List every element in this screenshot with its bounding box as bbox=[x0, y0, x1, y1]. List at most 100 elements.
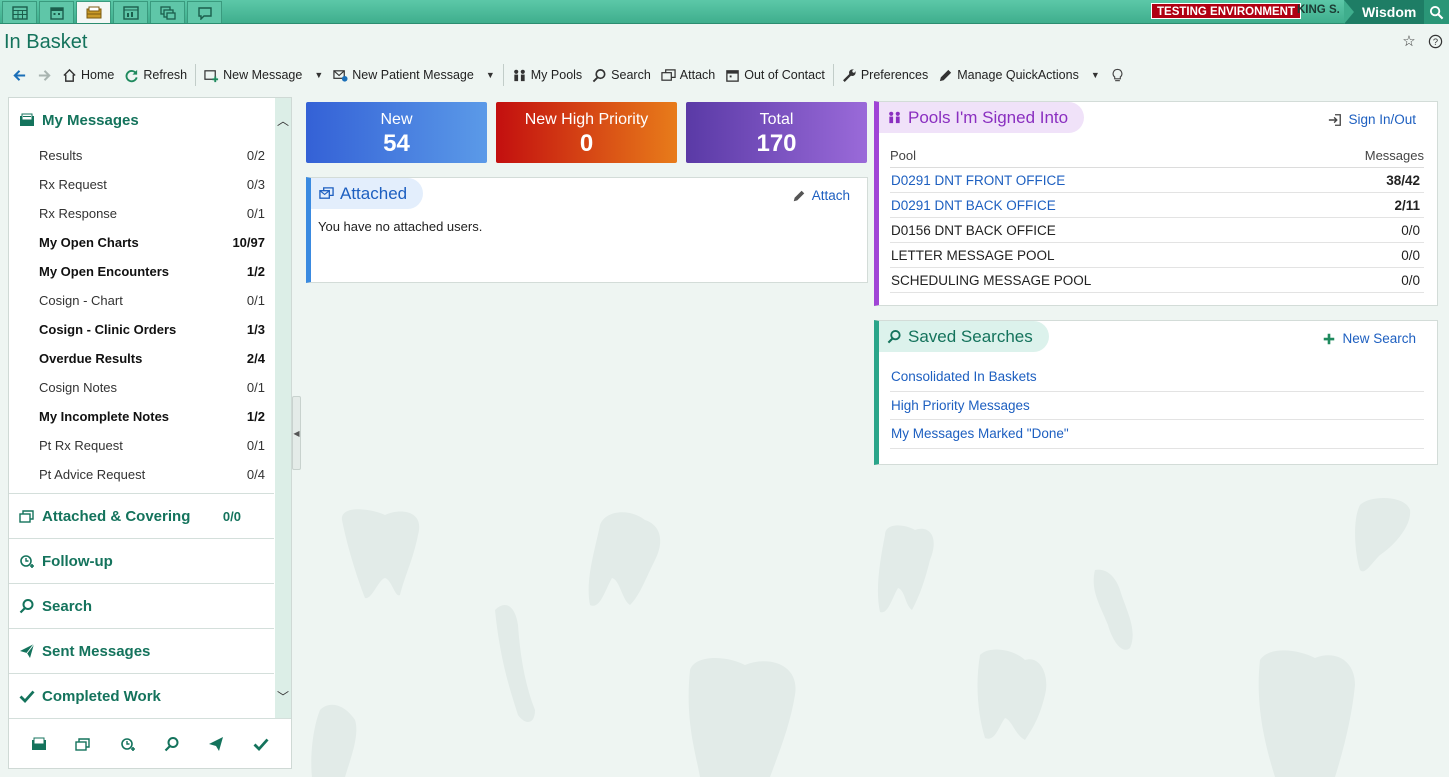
top-bar: TESTING ENVIRONMENT KING S. Wisdom bbox=[0, 0, 1449, 24]
attached-card-header: Attached bbox=[311, 178, 424, 209]
nav-message-folder[interactable]: My Open Charts 10/97 bbox=[39, 231, 265, 253]
my-pools-button[interactable]: My Pools bbox=[507, 64, 587, 86]
search-button[interactable]: Search bbox=[587, 64, 656, 86]
nav-folder-label: My Open Encounters bbox=[39, 263, 170, 279]
manage-quickactions-button[interactable]: Manage QuickActions ▼ bbox=[933, 64, 1105, 86]
chevron-down-icon[interactable]: ▼ bbox=[1091, 70, 1100, 80]
svg-text:?: ? bbox=[1432, 36, 1437, 46]
nav-search[interactable]: Search bbox=[9, 584, 274, 628]
nav-folder-count: 2/4 bbox=[246, 350, 265, 366]
search-icon[interactable] bbox=[164, 736, 180, 752]
chevron-down-icon[interactable]: ▼ bbox=[314, 70, 323, 80]
home-button[interactable]: Home bbox=[57, 64, 119, 86]
nav-message-folder[interactable]: Rx Response 0/1 bbox=[39, 202, 265, 224]
attached-card: Attached Attach You have no attached use… bbox=[306, 177, 868, 283]
high-priority-tile[interactable]: New High Priority 0 bbox=[496, 102, 677, 163]
tips-button[interactable] bbox=[1105, 64, 1130, 86]
pool-message-count: 0/0 bbox=[1401, 247, 1420, 263]
pools-table: Pool Messages D0291 DNT FRONT OFFICE 38/4… bbox=[890, 143, 1424, 293]
table-row[interactable]: SCHEDULING MESSAGE POOL 0/0 bbox=[890, 268, 1424, 293]
nav-folder-label: Pt Advice Request bbox=[39, 466, 146, 482]
nav-message-folder[interactable]: My Incomplete Notes 1/2 bbox=[39, 405, 265, 427]
nav-message-folder[interactable]: My Open Encounters 1/2 bbox=[39, 260, 265, 282]
user-name[interactable]: KING S. bbox=[1297, 4, 1340, 16]
table-row[interactable]: D0156 DNT BACK OFFICE 0/0 bbox=[890, 218, 1424, 243]
chevron-up-icon[interactable]: ︿ bbox=[275, 110, 291, 130]
collapse-nav-handle[interactable]: ◀ bbox=[292, 396, 301, 470]
preferences-button[interactable]: Preferences bbox=[837, 64, 933, 86]
new-patient-message-label: New Patient Message bbox=[352, 68, 474, 82]
saved-searches-list: Consolidated In Baskets High Priority Mes… bbox=[890, 363, 1424, 449]
pool-name[interactable]: D0291 DNT BACK OFFICE bbox=[891, 198, 1344, 213]
attach-link[interactable]: Attach bbox=[792, 188, 850, 203]
nav-scrollbar[interactable] bbox=[275, 98, 291, 718]
table-row[interactable]: LETTER MESSAGE POOL 0/0 bbox=[890, 243, 1424, 268]
back-button[interactable] bbox=[0, 64, 32, 86]
nav-message-folder[interactable]: Results 0/2 bbox=[39, 144, 265, 166]
my-pools-label: My Pools bbox=[530, 68, 583, 82]
star-icon[interactable]: ☆ bbox=[1401, 33, 1417, 50]
saved-searches-title: Saved Searches bbox=[908, 326, 1033, 346]
pool-name[interactable]: D0291 DNT FRONT OFFICE bbox=[891, 173, 1344, 188]
paper-plane-icon[interactable] bbox=[208, 736, 224, 752]
nav-message-folder[interactable]: Overdue Results 2/4 bbox=[39, 347, 265, 369]
help-icon[interactable]: ? bbox=[1427, 33, 1443, 49]
nav-my-messages[interactable]: My Messages bbox=[9, 98, 274, 142]
attach-button[interactable]: Attach bbox=[656, 64, 720, 86]
tab-chat[interactable] bbox=[187, 1, 222, 23]
new-search-link[interactable]: New Search bbox=[1322, 331, 1416, 346]
follow-up-icon bbox=[20, 555, 34, 568]
checkmark-icon[interactable] bbox=[253, 736, 269, 752]
nav-folder-count: 1/2 bbox=[246, 263, 265, 279]
nav-folder-count: 0/1 bbox=[246, 205, 265, 221]
nav-folder-count: 0/1 bbox=[246, 437, 265, 453]
out-of-contact-label: Out of Contact bbox=[744, 68, 825, 82]
attach-icon bbox=[319, 187, 334, 199]
forward-button[interactable] bbox=[32, 64, 57, 86]
saved-search-link[interactable]: High Priority Messages bbox=[890, 392, 1424, 420]
nav-completed-work[interactable]: Completed Work bbox=[9, 674, 274, 718]
nav-message-folder[interactable]: Cosign - Chart 0/1 bbox=[39, 289, 265, 311]
nav-folder-count: 0/3 bbox=[246, 176, 265, 192]
nav-follow-up[interactable]: Follow-up bbox=[9, 539, 274, 583]
chevron-down-icon[interactable]: ▼ bbox=[486, 70, 495, 80]
chevron-down-icon[interactable]: ﹀ bbox=[275, 686, 291, 706]
nav-folder-label: My Incomplete Notes bbox=[39, 408, 170, 424]
table-row[interactable]: D0291 DNT BACK OFFICE 2/11 bbox=[890, 193, 1424, 218]
tab-chart[interactable] bbox=[113, 1, 148, 23]
nav-folder-count: 0/1 bbox=[246, 379, 265, 395]
saved-search-link[interactable]: My Messages Marked "Done" bbox=[890, 420, 1424, 449]
new-message-button[interactable]: New Message ▼ bbox=[199, 64, 328, 86]
paper-plane-icon bbox=[20, 643, 35, 658]
follow-up-icon[interactable] bbox=[120, 736, 136, 752]
new-patient-message-button[interactable]: New Patient Message ▼ bbox=[328, 64, 500, 86]
tab-schedule[interactable] bbox=[2, 1, 37, 23]
sign-in-out-link[interactable]: Sign In/Out bbox=[1328, 112, 1416, 127]
new-messages-count: 54 bbox=[383, 130, 410, 157]
chevron-left-icon: ◀ bbox=[293, 428, 300, 438]
nav-message-folder[interactable]: Cosign Notes 0/1 bbox=[39, 376, 265, 398]
tab-calendar[interactable] bbox=[39, 1, 74, 23]
nav-sent-messages[interactable]: Sent Messages bbox=[9, 629, 274, 673]
nav-folder-label: Overdue Results bbox=[39, 350, 143, 366]
out-of-contact-button[interactable]: Out of Contact bbox=[720, 64, 830, 86]
nav-message-folder[interactable]: Rx Request 0/3 bbox=[39, 173, 265, 195]
attach-icon[interactable] bbox=[75, 736, 91, 752]
table-row[interactable]: D0291 DNT FRONT OFFICE 38/42 bbox=[890, 168, 1424, 193]
inbox-tray-icon[interactable] bbox=[31, 736, 47, 752]
nav-message-folder[interactable]: Cosign - Clinic Orders 1/3 bbox=[39, 318, 265, 340]
inbox-tray-icon bbox=[20, 113, 34, 126]
nav-message-folder[interactable]: Pt Advice Request 0/4 bbox=[39, 463, 265, 485]
tab-windows[interactable] bbox=[150, 1, 185, 23]
nav-attached-covering[interactable]: Attached & Covering 0/0 bbox=[9, 494, 274, 538]
saved-search-link[interactable]: Consolidated In Baskets bbox=[890, 363, 1424, 392]
nav-message-folder[interactable]: Pt Rx Request 0/1 bbox=[39, 434, 265, 456]
refresh-button[interactable]: Refresh bbox=[119, 64, 192, 86]
stacked-windows-icon bbox=[159, 5, 176, 20]
tab-inbasket[interactable] bbox=[76, 1, 111, 23]
total-messages-tile[interactable]: Total 170 bbox=[686, 102, 867, 163]
global-search-button[interactable] bbox=[1424, 0, 1449, 24]
nav-folder-label: My Open Charts bbox=[39, 234, 139, 250]
new-messages-tile[interactable]: New 54 bbox=[306, 102, 487, 163]
toolbar: Home Refresh New Message ▼ New Patient M… bbox=[0, 62, 1449, 88]
